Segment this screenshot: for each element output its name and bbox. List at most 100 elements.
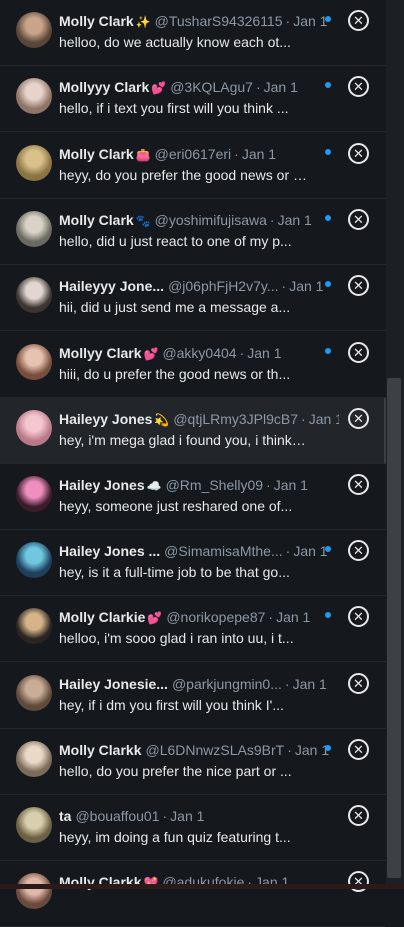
avatar[interactable] — [16, 807, 52, 843]
close-conversation-button[interactable]: ✕ — [348, 805, 369, 826]
close-conversation-button[interactable]: ✕ — [348, 275, 369, 296]
timestamp: Jan 1 — [241, 146, 277, 162]
user-handle: @parkjungmin0... — [171, 676, 282, 692]
display-name[interactable]: ta — [59, 808, 71, 824]
unread-indicator — [325, 348, 331, 354]
message-preview: hello, did u just react to one of my p..… — [59, 233, 292, 249]
display-name[interactable]: Haileyyy Jone... — [59, 278, 164, 294]
close-conversation-button[interactable]: ✕ — [348, 673, 369, 694]
conversation-row[interactable]: Haileyy Jones💫@qtjLRmy3JPl9cB7·Jan 1 hey,… — [0, 398, 386, 464]
conversation-header: Molly Clark 🐾 @yoshimifujisawa · Jan 1 — [59, 211, 339, 229]
close-conversation-button[interactable]: ✕ — [348, 739, 369, 760]
message-preview: hey, is it a full-time job to be that go… — [59, 564, 290, 580]
conversation-row[interactable]: Molly Clarkie 💕 @norikopepe87 · Jan 1 helloo,… — [0, 596, 386, 662]
conversation-row[interactable]: Mollyy Clark 💕 @akky0404 · Jan 1 hiii, do u p… — [0, 332, 386, 398]
display-name[interactable]: Mollyy Clark — [59, 345, 141, 361]
message-preview: helloo, i'm sooo glad i ran into uu, i t… — [59, 630, 294, 646]
avatar[interactable] — [16, 608, 52, 644]
display-name[interactable]: Molly Clarkie — [59, 609, 145, 625]
close-conversation-button[interactable]: ✕ — [348, 76, 369, 97]
avatar[interactable] — [16, 344, 52, 380]
conversation-row[interactable]: Hailey Jones ☁️ @Rm_Shelly09 · Jan 1 heyy, so… — [0, 464, 386, 530]
display-name[interactable]: Hailey Jones ... — [59, 543, 160, 559]
separator-dot: · — [268, 609, 274, 625]
name-emoji: 💕 — [151, 81, 167, 95]
unread-indicator — [325, 281, 331, 287]
unread-indicator — [325, 82, 331, 88]
conversation-row[interactable]: Molly Clarkk 💖 @adukufokie · Jan 1 ✕ — [0, 861, 386, 927]
conversation-row[interactable]: Haileyyy Jone... @j06phFjH2v7y... · Jan 1 hi… — [0, 265, 386, 331]
user-handle: @akky0404 — [162, 345, 237, 361]
bottom-edge — [0, 884, 404, 889]
separator-dot: · — [301, 411, 306, 427]
name-emoji: ✨ — [135, 15, 151, 29]
separator-dot: · — [162, 808, 168, 824]
close-conversation-button[interactable]: ✕ — [348, 474, 369, 495]
close-conversation-button[interactable]: ✕ — [348, 408, 369, 429]
avatar[interactable] — [16, 873, 52, 909]
user-handle: @norikopepe87 — [166, 609, 266, 625]
conversation-header: Molly Clarkie 💕 @norikopepe87 · Jan 1 — [59, 608, 339, 626]
conversation-row[interactable]: Molly Clark 👛 @eri0617eri · Jan 1 heyy, do yo… — [0, 133, 386, 199]
name-emoji: 💫 — [154, 413, 170, 427]
close-icon: ✕ — [353, 609, 364, 624]
close-conversation-button[interactable]: ✕ — [348, 143, 369, 164]
timestamp: Jan 1 — [277, 212, 312, 228]
close-conversation-button[interactable]: ✕ — [348, 10, 369, 31]
close-icon: ✕ — [353, 13, 364, 28]
scrollbar-thumb[interactable] — [387, 378, 401, 878]
unread-indicator — [325, 16, 331, 22]
avatar[interactable] — [16, 476, 52, 512]
name-emoji: 💕 — [143, 347, 159, 361]
conversation-header: Hailey Jones ... @SimamisaMthe... · Jan 1 — [59, 542, 339, 560]
message-preview: hey, if i dm you first will you think I'… — [59, 697, 284, 713]
display-name[interactable]: Molly Clark — [59, 212, 134, 228]
conversation-row[interactable]: Molly Clark ✨ @TusharS94326115 · Jan 1 helloo… — [0, 0, 386, 66]
avatar[interactable] — [16, 675, 52, 711]
avatar[interactable] — [16, 78, 52, 114]
display-name[interactable]: Mollyyy Clark — [59, 79, 149, 95]
close-icon: ✕ — [353, 742, 364, 757]
avatar[interactable] — [16, 145, 52, 181]
unread-indicator — [325, 215, 331, 221]
conversation-row[interactable]: Molly Clarkk @L6DNnwzSLAs9BrT · Jan 1 hello,… — [0, 729, 386, 795]
user-handle: @eri0617eri — [154, 146, 232, 162]
display-name[interactable]: Haileyy Jones — [59, 411, 152, 427]
avatar[interactable] — [16, 410, 52, 446]
display-name[interactable]: Molly Clark — [59, 13, 134, 29]
timestamp: Jan 1 — [273, 477, 308, 493]
display-name[interactable]: Molly Clarkk — [59, 742, 141, 758]
conversation-row[interactable]: ta @bouaffou01 · Jan 1 heyy, im doing a fun … — [0, 795, 386, 861]
close-icon: ✕ — [353, 676, 364, 691]
conversation-header: Mollyyy Clark 💕 @3KQLAgu7 · Jan 1 — [59, 78, 339, 96]
conversation-row[interactable]: Hailey Jones ... @SimamisaMthe... · Jan 1 he… — [0, 530, 386, 596]
close-icon: ✕ — [353, 79, 364, 94]
separator-dot: · — [287, 742, 292, 758]
separator-dot: · — [285, 543, 291, 559]
user-handle: @Rm_Shelly09 — [165, 477, 264, 493]
avatar[interactable] — [16, 211, 52, 247]
conversation-row[interactable]: Molly Clark 🐾 @yoshimifujisawa · Jan 1 hello,… — [0, 199, 386, 265]
avatar[interactable] — [16, 542, 52, 578]
close-conversation-button[interactable]: ✕ — [348, 540, 369, 561]
user-handle: @3KQLAgu7 — [170, 79, 253, 95]
user-handle: @L6DNnwzSLAs9BrT — [145, 742, 285, 758]
unread-indicator — [325, 612, 331, 618]
avatar[interactable] — [16, 741, 52, 777]
display-name[interactable]: Hailey Jones — [59, 477, 145, 493]
conversation-row[interactable]: Mollyyy Clark 💕 @3KQLAgu7 · Jan 1 hello, if i… — [0, 66, 386, 132]
separator-dot: · — [284, 676, 290, 692]
name-emoji: 💕 — [147, 611, 163, 625]
conversation-row[interactable]: Hailey Jonesie... @parkjungmin0... · Jan 1 h… — [0, 663, 386, 729]
user-handle: @qtjLRmy3JPl9cB7 — [173, 411, 299, 427]
display-name[interactable]: Hailey Jonesie... — [59, 676, 168, 692]
avatar[interactable] — [16, 12, 52, 48]
close-conversation-button[interactable]: ✕ — [348, 342, 369, 363]
close-conversation-button[interactable]: ✕ — [348, 209, 369, 230]
avatar[interactable] — [16, 277, 52, 313]
conversation-header: Molly Clark 👛 @eri0617eri · Jan 1 — [59, 145, 339, 163]
display-name[interactable]: Molly Clark — [59, 146, 134, 162]
close-icon: ✕ — [353, 543, 364, 558]
name-emoji: ☁️ — [146, 479, 162, 493]
close-conversation-button[interactable]: ✕ — [348, 606, 369, 627]
